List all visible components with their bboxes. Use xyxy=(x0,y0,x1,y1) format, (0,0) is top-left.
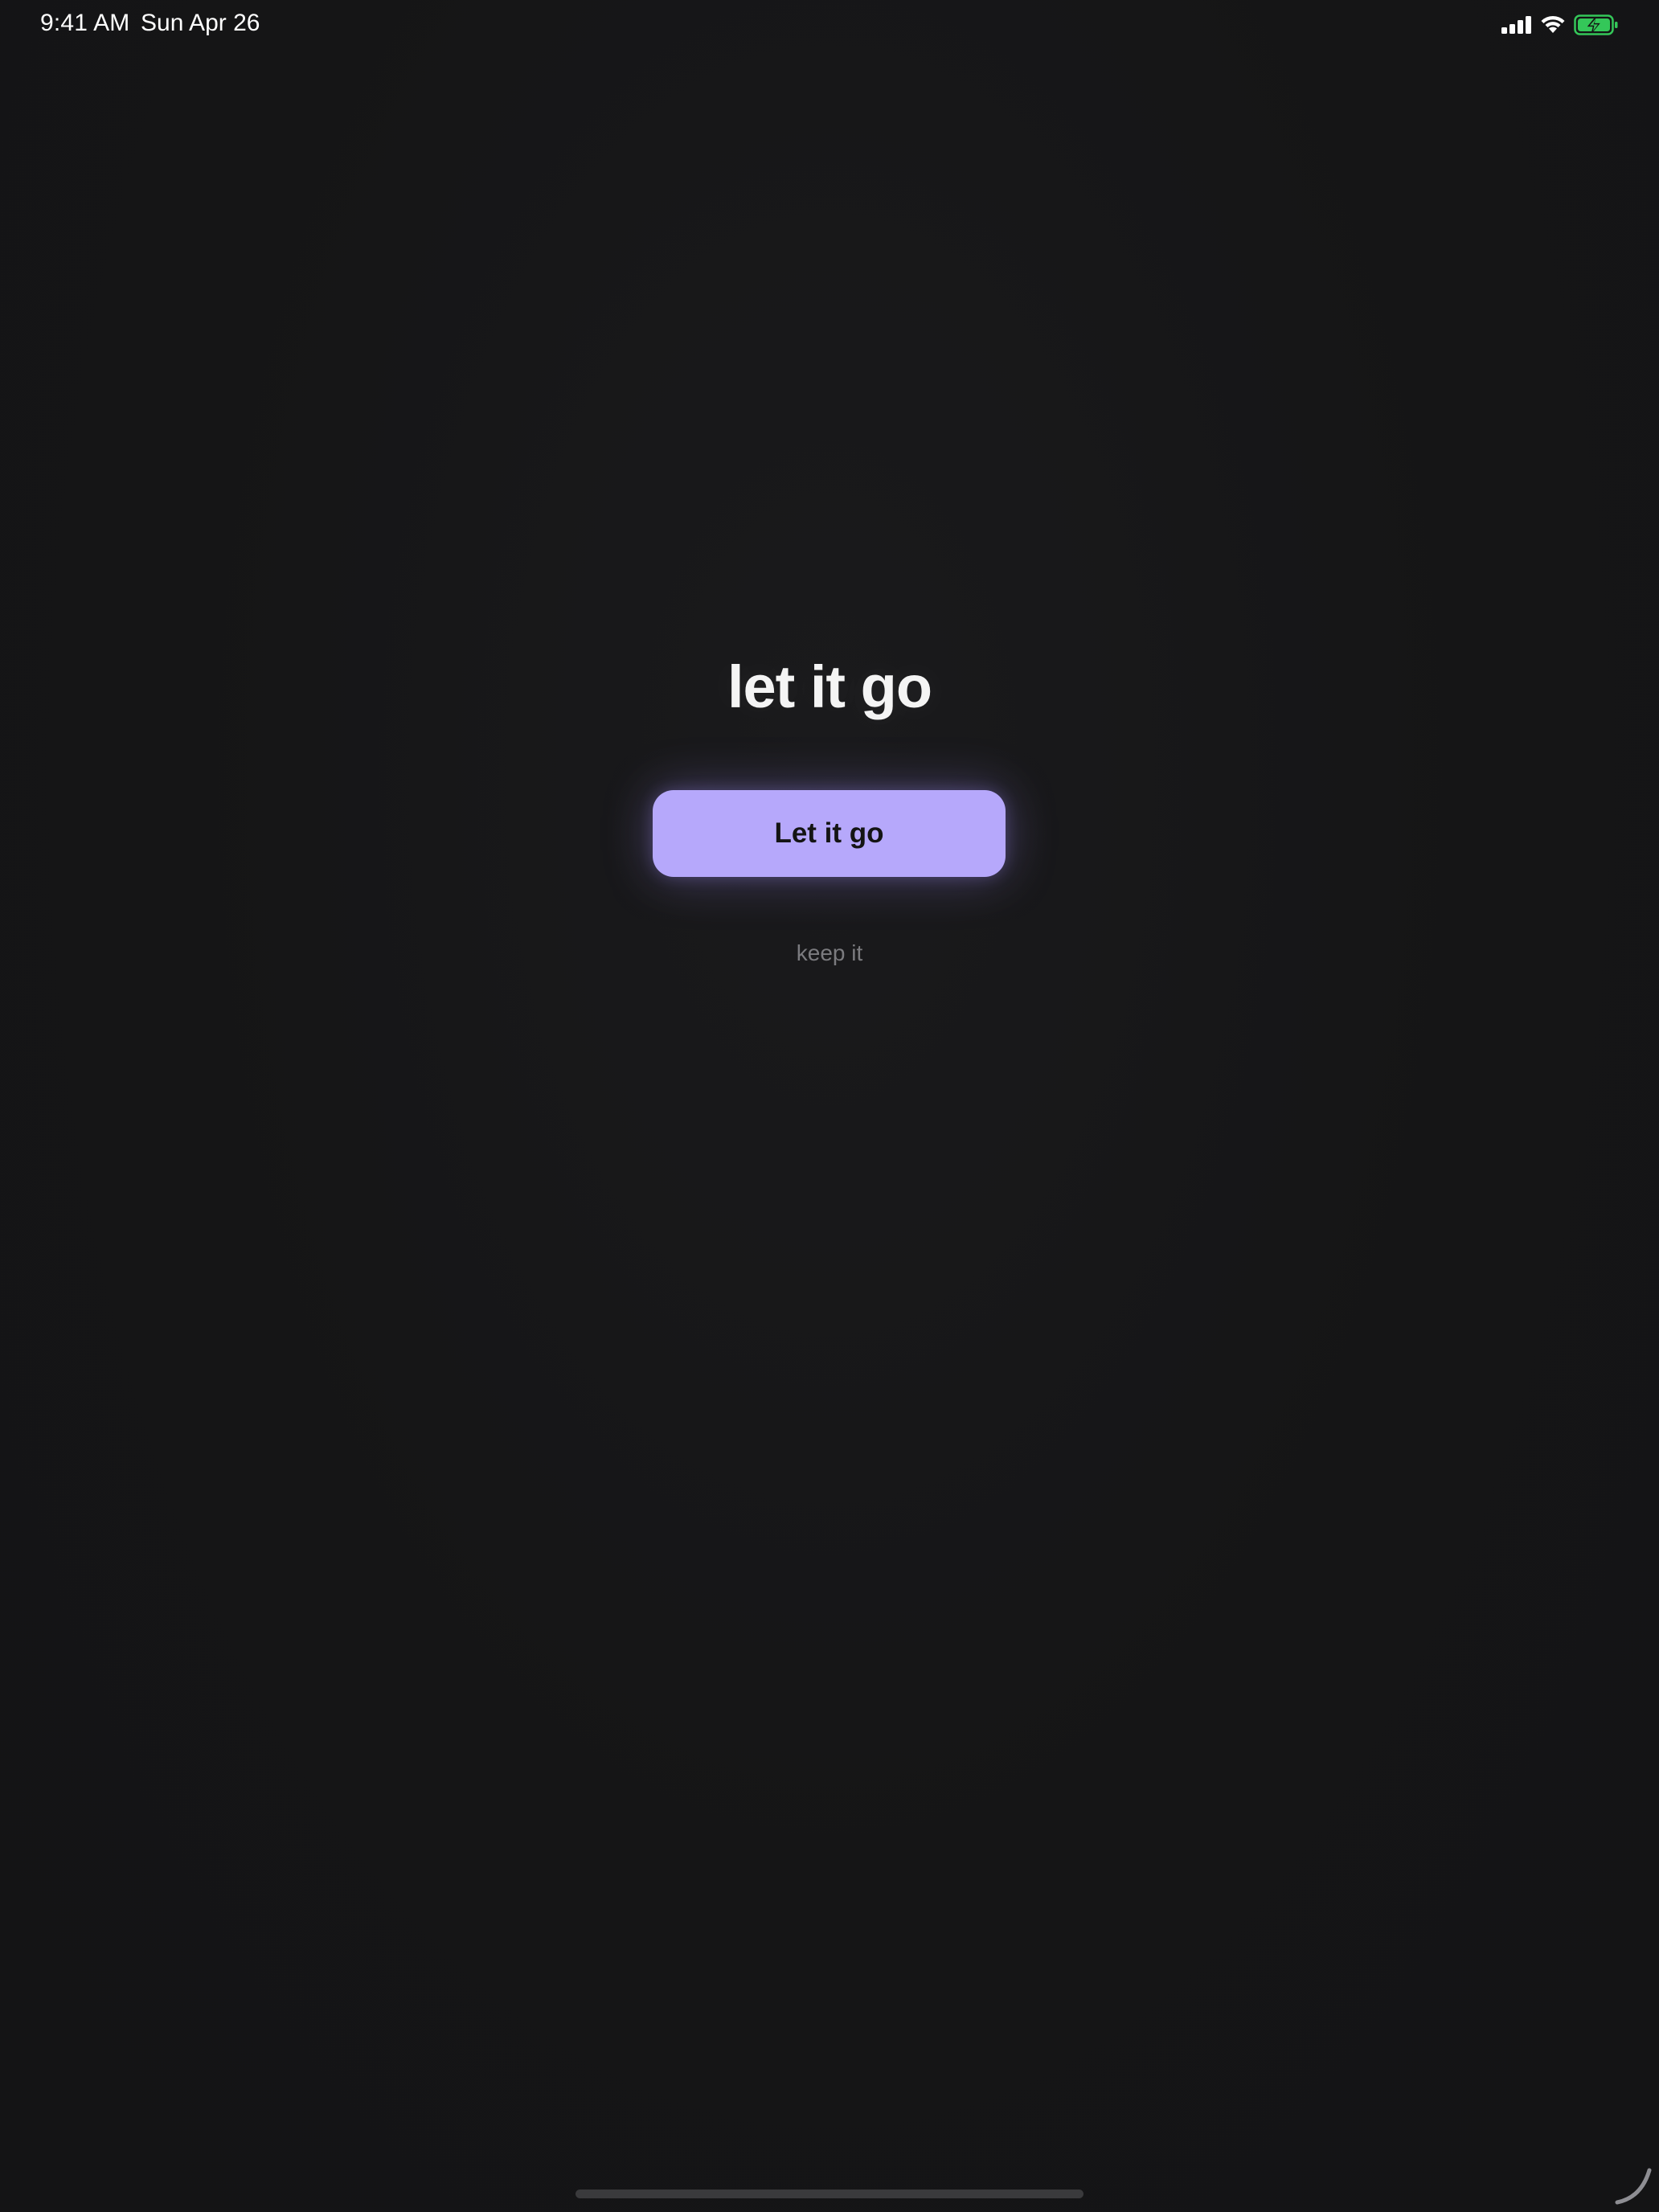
corner-arc-icon xyxy=(1615,2168,1652,2205)
home-indicator[interactable] xyxy=(576,2189,1083,2198)
cellular-signal-icon xyxy=(1501,16,1532,34)
let-it-go-button[interactable]: Let it go xyxy=(653,790,1006,877)
page-title: let it go xyxy=(727,653,932,720)
keep-it-link[interactable]: keep it xyxy=(797,940,863,965)
battery-charging-icon xyxy=(1574,14,1619,35)
app-screen: 9:41 AM Sun Apr 26 let it go Let it go k… xyxy=(0,0,1659,2212)
status-icons xyxy=(1501,13,1619,37)
status-bar: 9:41 AM Sun Apr 26 xyxy=(0,0,1659,51)
status-time: 9:41 AM xyxy=(40,10,130,36)
let-it-go-button-label: Let it go xyxy=(774,817,884,849)
status-date: Sun Apr 26 xyxy=(141,10,260,36)
wifi-icon xyxy=(1540,15,1566,35)
keep-it-row: keep it xyxy=(0,940,1659,966)
